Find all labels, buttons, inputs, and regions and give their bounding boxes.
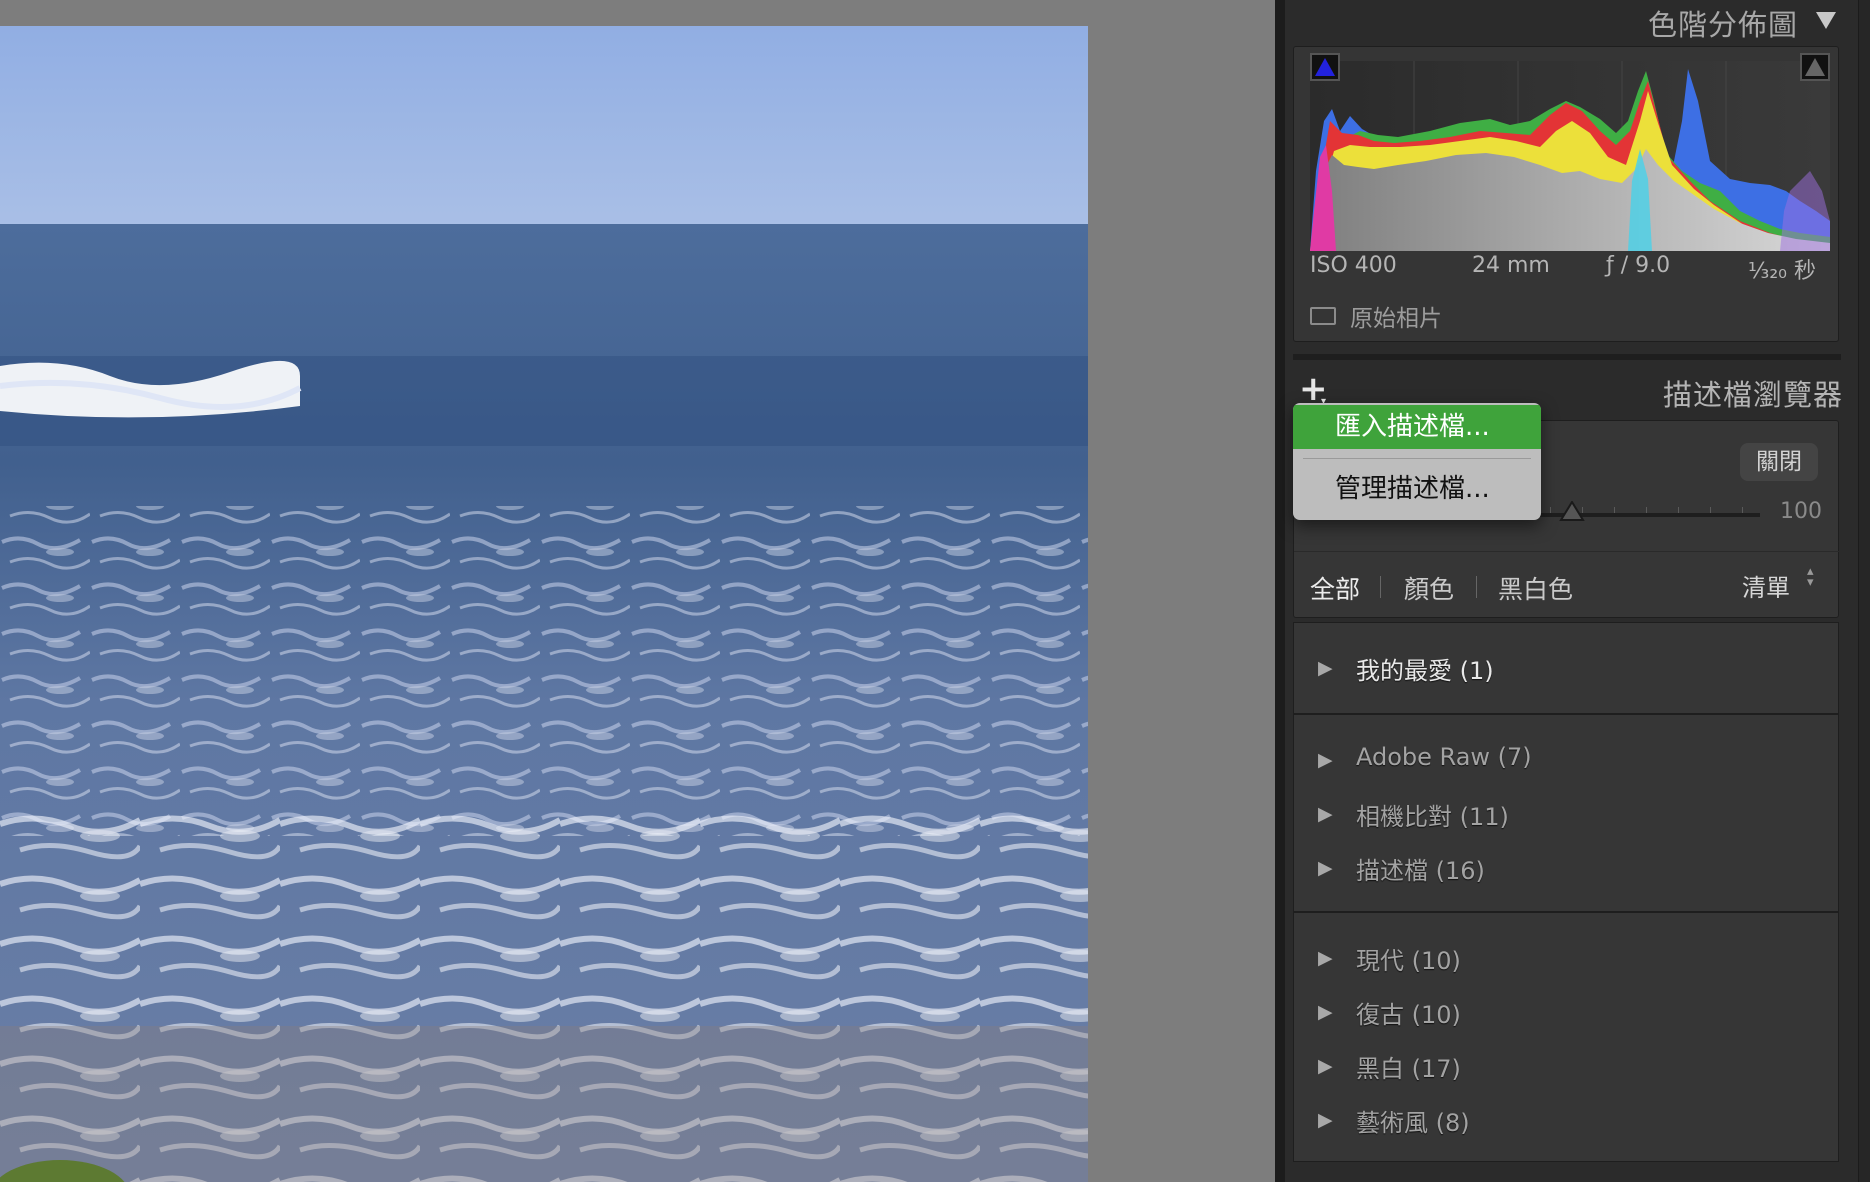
aperture-value: ƒ / 9.0: [1606, 253, 1671, 278]
up-down-caret-icon[interactable]: ▴ ▾: [1807, 565, 1814, 589]
triangle-down-icon[interactable]: [1815, 10, 1837, 34]
panel-separator: [1293, 354, 1841, 360]
triangle-right-icon[interactable]: ▶: [1318, 1001, 1333, 1023]
photo-preview[interactable]: [0, 26, 1088, 1182]
filter-divider: [1380, 576, 1381, 598]
profile-group-label: 復古 (10): [1356, 1001, 1461, 1029]
develop-right-panel: 色階分佈圖 ISO 400 24 mm ƒ / 9.0 ¹⁄₃₂₀ 秒 原始相片…: [1285, 0, 1870, 1182]
list-item[interactable]: ▶ 藝術風 (8): [1294, 1103, 1840, 1143]
profile-group-adobe: ▶ Adobe Raw (7) ▶ 相機比對 (11) ▶ 描述檔 (16): [1293, 714, 1839, 912]
triangle-right-icon[interactable]: ▶: [1318, 947, 1333, 969]
filter-color[interactable]: 顏色: [1404, 570, 1454, 606]
list-item[interactable]: ▶ 復古 (10): [1294, 995, 1840, 1035]
focal-length-value: 24 mm: [1472, 253, 1550, 278]
close-button[interactable]: 關閉: [1740, 443, 1818, 481]
triangle-right-icon[interactable]: ▶: [1318, 749, 1333, 771]
profile-group-label: 藝術風 (8): [1356, 1109, 1470, 1137]
original-photo-label: 原始相片: [1350, 306, 1442, 332]
histogram-box: ISO 400 24 mm ƒ / 9.0 ¹⁄₃₂₀ 秒 原始相片: [1293, 46, 1839, 342]
list-item[interactable]: ▶ 我的最愛 (1): [1294, 651, 1840, 691]
profile-group-label: 黑白 (17): [1356, 1055, 1461, 1083]
histogram-panel-title[interactable]: 色階分佈圖: [1648, 2, 1798, 44]
amount-value: 100: [1780, 499, 1822, 524]
list-item[interactable]: ▶ Adobe Raw (7): [1294, 743, 1840, 783]
list-item[interactable]: ▶ 相機比對 (11): [1294, 797, 1840, 837]
profile-group-label: 我的最愛 (1): [1356, 657, 1494, 685]
triangle-right-icon[interactable]: ▶: [1318, 1055, 1333, 1077]
triangle-right-icon[interactable]: ▶: [1318, 657, 1333, 679]
panel-divider[interactable]: [1275, 0, 1285, 1182]
profile-group-favorites: ▶ 我的最愛 (1): [1293, 622, 1839, 714]
exif-info-row: ISO 400 24 mm ƒ / 9.0 ¹⁄₃₂₀ 秒: [1310, 253, 1830, 284]
menu-separator: [1303, 458, 1531, 459]
filter-divider: [1476, 576, 1477, 598]
iso-value: ISO 400: [1310, 253, 1397, 278]
profile-group-label: 現代 (10): [1356, 947, 1461, 975]
profile-group-label: 描述檔 (16): [1356, 857, 1485, 885]
filter-bw[interactable]: 黑白色: [1498, 570, 1573, 606]
triangle-right-icon[interactable]: ▶: [1318, 803, 1333, 825]
profile-group-creative: ▶ 現代 (10) ▶ 復古 (10) ▶ 黑白 (17) ▶ 藝術風 (8): [1293, 912, 1839, 1162]
shadow-clipping-indicator[interactable]: [1310, 53, 1340, 81]
profile-group-label: 相機比對 (11): [1356, 803, 1509, 831]
profile-browser-title[interactable]: 描述檔瀏覽器: [1663, 372, 1843, 414]
profile-group-label: Adobe Raw (7): [1356, 743, 1532, 771]
profile-filter-row: 全部 顏色 黑白色 清單 ▴ ▾: [1294, 551, 1840, 617]
photo-canvas-area: [0, 0, 1275, 1182]
view-mode-select[interactable]: 清單: [1742, 568, 1790, 603]
list-item[interactable]: ▶ 描述檔 (16): [1294, 851, 1840, 891]
list-item[interactable]: ▶ 現代 (10): [1294, 941, 1840, 981]
menu-item-import-profile[interactable]: 匯入描述檔...: [1293, 405, 1541, 449]
filter-all[interactable]: 全部: [1310, 570, 1360, 606]
triangle-right-icon[interactable]: ▶: [1318, 1109, 1333, 1131]
profile-add-menu: 匯入描述檔... 管理描述檔...: [1293, 403, 1541, 520]
triangle-right-icon[interactable]: ▶: [1318, 857, 1333, 879]
list-item[interactable]: ▶ 黑白 (17): [1294, 1049, 1840, 1089]
panel-scrollbar[interactable]: [1858, 0, 1870, 1182]
amount-slider[interactable]: [1530, 501, 1760, 521]
shutter-speed-value: ¹⁄₃₂₀ 秒: [1748, 259, 1816, 284]
highlight-clipping-indicator[interactable]: [1800, 53, 1830, 81]
menu-item-manage-profiles[interactable]: 管理描述檔...: [1293, 467, 1541, 511]
original-photo-checkbox[interactable]: [1310, 307, 1336, 325]
